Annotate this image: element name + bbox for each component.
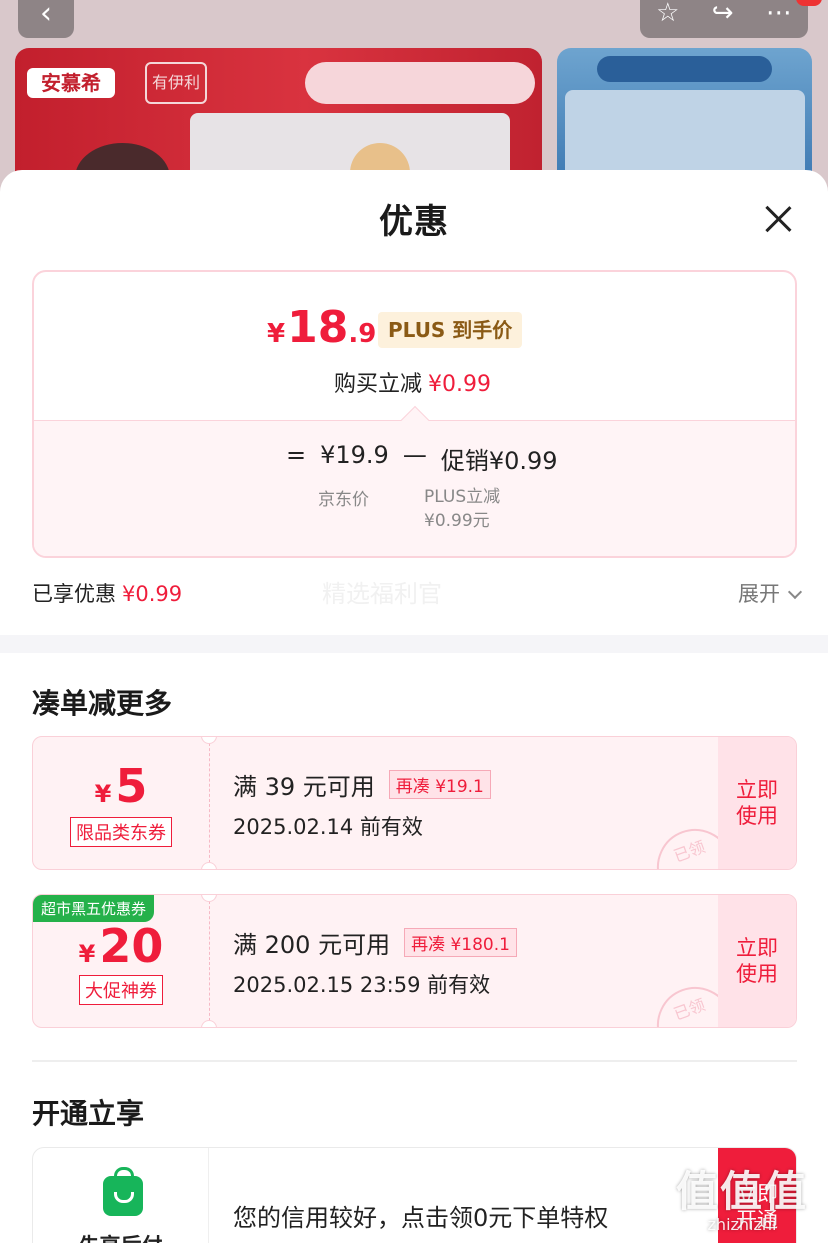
- chevron-left-icon: ‹: [40, 0, 52, 31]
- price-formula: = ¥19.9 — 促销¥0.99 京东价 PLUS立减 ¥0.99元: [34, 420, 795, 556]
- coupon-perforation: [209, 743, 210, 863]
- coupon-currency: ¥: [94, 780, 112, 808]
- coupon-card[interactable]: ¥ 20 大促神券 超市黑五优惠券 满 200 元可用 再凑 ¥180.1 20…: [32, 894, 797, 1028]
- applied-discount: 已享优惠 ¥0.99: [32, 578, 182, 608]
- promo-banner-left[interactable]: 安慕希 有伊利: [15, 48, 542, 188]
- coupon-currency: ¥: [78, 940, 96, 968]
- price-summary: ¥ 18 .91 PLUS 到手价 购买立减 ¥0.99: [34, 272, 795, 420]
- coupon-gap-chip: 再凑 ¥19.1: [388, 770, 491, 799]
- coupon-condition: 满 39 元可用 再凑 ¥19.1: [233, 767, 491, 802]
- coupon-type: 大促神券: [79, 975, 163, 1005]
- discount-sheet: 优惠 ¥ 18 .91 PLUS 到手价 购买立减 ¥0.99 = ¥19.9 —…: [0, 170, 828, 1243]
- formula-line: = ¥19.9 — 促销¥0.99: [286, 441, 558, 476]
- use-now-button[interactable]: 立即使用: [718, 737, 796, 869]
- coupon-amount: ¥ 5: [33, 759, 209, 813]
- instant-discount-value: ¥0.99: [428, 372, 491, 397]
- coupon-amount-number: 20: [99, 919, 164, 973]
- final-price: ¥ 18 .91: [267, 302, 394, 353]
- coupon-notch: [201, 862, 217, 869]
- coupon-amount: ¥ 20: [33, 919, 209, 973]
- shipping-promo: [305, 62, 535, 104]
- coupon-value: ¥ 5 限品类东券: [33, 737, 209, 869]
- applied-label: 已享优惠: [32, 582, 116, 606]
- formula-equals: =: [286, 441, 307, 469]
- formula-minus: —: [402, 441, 427, 469]
- section-divider: [0, 635, 828, 653]
- coupon-validity: 2025.02.14 前有效: [233, 815, 423, 839]
- promo-caption: PLUS立减 ¥0.99元: [424, 485, 500, 533]
- use-now-button[interactable]: 立即使用: [718, 895, 796, 1027]
- promo-card: [565, 90, 805, 182]
- base-caption: 京东价: [318, 490, 369, 510]
- section-title-open: 开通立享: [32, 1097, 145, 1130]
- price-breakdown-card: ¥ 18 .91 PLUS 到手价 购买立减 ¥0.99 = ¥19.9 — 促销…: [32, 270, 797, 558]
- coupon-validity: 2025.02.15 23:59 前有效: [233, 973, 491, 997]
- coupon-perforation: [209, 901, 210, 1021]
- back-button[interactable]: ‹: [18, 0, 74, 38]
- notification-badge: [796, 0, 822, 6]
- coupon-card[interactable]: ¥ 5 限品类东券 满 39 元可用 再凑 ¥19.1 2025.02.14 前…: [32, 736, 797, 870]
- more-icon[interactable]: ⋯: [766, 0, 792, 28]
- top-actions: ☆ ↪ ⋯: [640, 0, 808, 38]
- formula-promo: 促销¥0.99: [440, 447, 558, 475]
- expand-toggle[interactable]: 展开: [738, 578, 803, 608]
- watermark-text: 精选福利官: [322, 580, 442, 608]
- price-integer: 18: [287, 302, 349, 353]
- service-name: 先享后付: [33, 1230, 208, 1243]
- chevron-down-icon: [787, 584, 803, 600]
- expand-label: 展开: [738, 582, 780, 606]
- brand-logo: 安慕希: [27, 68, 115, 98]
- close-icon[interactable]: [758, 200, 798, 240]
- divider: [32, 1060, 797, 1062]
- coupon-amount-number: 5: [115, 759, 148, 813]
- service-brand: 先享后付: [33, 1148, 209, 1243]
- instant-discount-label: 购买立减: [334, 372, 423, 397]
- sheet-title: 优惠: [379, 202, 449, 242]
- price-currency: ¥: [267, 319, 286, 349]
- star-icon[interactable]: ☆: [656, 0, 679, 28]
- promo-caption-line1: PLUS立减: [424, 487, 501, 507]
- applied-value: ¥0.99: [122, 582, 183, 606]
- coupon-ribbon: 超市黑五优惠券: [33, 895, 155, 922]
- service-description: 您的信用较好，点击领0元下单特权: [233, 1204, 609, 1232]
- coupon-notch: [201, 1020, 217, 1027]
- coupon-condition: 满 200 元可用 再凑 ¥180.1: [233, 925, 517, 960]
- coupon-condition-text: 满 200 元可用: [233, 931, 391, 959]
- plus-price-tag: PLUS 到手价: [378, 312, 523, 348]
- brand-logo-secondary: 有伊利: [145, 62, 207, 104]
- promo-banner-right[interactable]: [557, 48, 812, 188]
- site-watermark-logo: 值值值: [676, 1167, 809, 1216]
- rules-pill: [597, 56, 772, 82]
- instant-discount: 购买立减 ¥0.99: [334, 366, 491, 398]
- coupon-gap-chip: 再凑 ¥180.1: [404, 928, 517, 957]
- coupon-condition-text: 满 39 元可用: [233, 773, 375, 801]
- section-title-more: 凑单减更多: [32, 687, 173, 720]
- promo-caption-line2: ¥0.99元: [424, 511, 490, 531]
- formula-base: ¥19.9: [320, 441, 389, 469]
- share-icon[interactable]: ↪: [712, 0, 734, 28]
- site-watermark: 值值值 zhizhizhi: [676, 1158, 808, 1234]
- shopping-bag-icon: [103, 1167, 143, 1216]
- coupon-type: 限品类东券: [70, 817, 172, 847]
